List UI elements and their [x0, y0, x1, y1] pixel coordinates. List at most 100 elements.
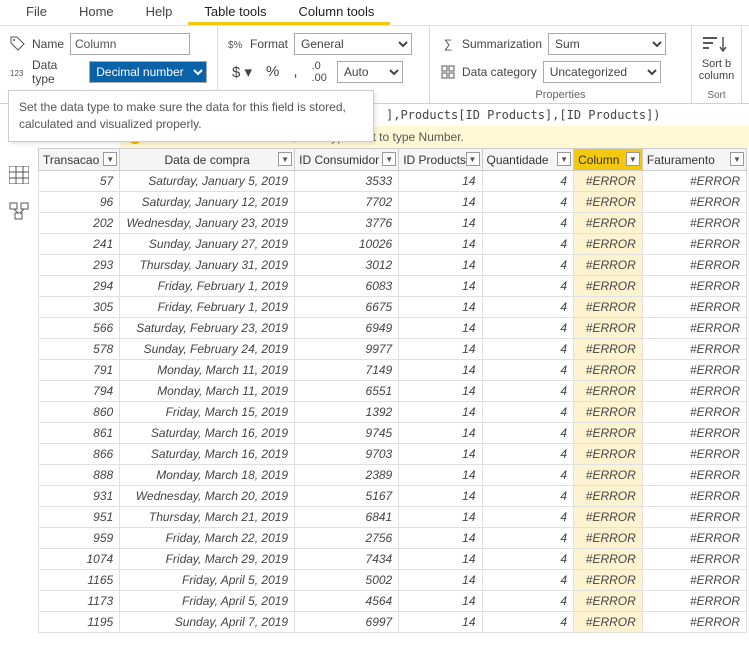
cell-faturamento[interactable]: #ERROR: [642, 255, 746, 276]
cell-data-compra[interactable]: Friday, February 1, 2019: [120, 297, 295, 318]
cell-faturamento[interactable]: #ERROR: [642, 423, 746, 444]
cell-column[interactable]: #ERROR: [574, 360, 643, 381]
cell-quantidade[interactable]: 4: [482, 360, 574, 381]
cell-transacao[interactable]: 959: [39, 528, 120, 549]
cell-transacao[interactable]: 794: [39, 381, 120, 402]
cell-data-compra[interactable]: Friday, February 1, 2019: [120, 276, 295, 297]
cell-id-consumidor[interactable]: 6675: [295, 297, 399, 318]
cell-id-consumidor[interactable]: 9703: [295, 444, 399, 465]
cell-column[interactable]: #ERROR: [574, 297, 643, 318]
cell-quantidade[interactable]: 4: [482, 171, 574, 192]
format-select[interactable]: General: [294, 33, 412, 55]
cell-id-consumidor[interactable]: 6997: [295, 612, 399, 633]
table-row[interactable]: 866Saturday, March 16, 20199703144#ERROR…: [39, 444, 747, 465]
cell-id-products[interactable]: 14: [399, 507, 482, 528]
cell-data-compra[interactable]: Wednesday, January 23, 2019: [120, 213, 295, 234]
currency-button[interactable]: $ ▾: [228, 63, 256, 81]
cell-id-consumidor[interactable]: 9977: [295, 339, 399, 360]
cell-data-compra[interactable]: Monday, March 18, 2019: [120, 465, 295, 486]
cell-transacao[interactable]: 241: [39, 234, 120, 255]
cell-column[interactable]: #ERROR: [574, 570, 643, 591]
cell-quantidade[interactable]: 4: [482, 318, 574, 339]
cell-transacao[interactable]: 866: [39, 444, 120, 465]
cell-id-consumidor[interactable]: 4564: [295, 591, 399, 612]
chevron-down-icon[interactable]: ▼: [278, 152, 292, 166]
cell-id-consumidor[interactable]: 3776: [295, 213, 399, 234]
cell-faturamento[interactable]: #ERROR: [642, 276, 746, 297]
cell-data-compra[interactable]: Sunday, April 7, 2019: [120, 612, 295, 633]
cell-data-compra[interactable]: Monday, March 11, 2019: [120, 381, 295, 402]
cell-column[interactable]: #ERROR: [574, 486, 643, 507]
decimal-button[interactable]: .0.00: [308, 60, 331, 84]
col-header-transacao[interactable]: Transacao▼: [39, 149, 120, 171]
cell-transacao[interactable]: 1195: [39, 612, 120, 633]
cell-id-consumidor[interactable]: 7702: [295, 192, 399, 213]
cell-id-products[interactable]: 14: [399, 423, 482, 444]
chevron-down-icon[interactable]: ▼: [103, 152, 117, 166]
cell-transacao[interactable]: 860: [39, 402, 120, 423]
cell-quantidade[interactable]: 4: [482, 444, 574, 465]
cell-transacao[interactable]: 1173: [39, 591, 120, 612]
cell-column[interactable]: #ERROR: [574, 213, 643, 234]
cell-transacao[interactable]: 951: [39, 507, 120, 528]
cell-transacao[interactable]: 305: [39, 297, 120, 318]
cell-id-products[interactable]: 14: [399, 192, 482, 213]
cell-quantidade[interactable]: 4: [482, 591, 574, 612]
cell-quantidade[interactable]: 4: [482, 381, 574, 402]
data-view-icon[interactable]: [9, 166, 29, 184]
cell-faturamento[interactable]: #ERROR: [642, 171, 746, 192]
cell-quantidade[interactable]: 4: [482, 339, 574, 360]
cell-id-products[interactable]: 14: [399, 549, 482, 570]
cell-id-products[interactable]: 14: [399, 318, 482, 339]
cell-column[interactable]: #ERROR: [574, 444, 643, 465]
cell-column[interactable]: #ERROR: [574, 255, 643, 276]
cell-column[interactable]: #ERROR: [574, 612, 643, 633]
cell-id-consumidor[interactable]: 6551: [295, 381, 399, 402]
cell-column[interactable]: #ERROR: [574, 276, 643, 297]
cell-transacao[interactable]: 294: [39, 276, 120, 297]
cell-faturamento[interactable]: #ERROR: [642, 381, 746, 402]
cell-id-consumidor[interactable]: 6083: [295, 276, 399, 297]
tab-file[interactable]: File: [10, 0, 63, 25]
model-view-icon[interactable]: [9, 202, 29, 220]
cell-id-products[interactable]: 14: [399, 171, 482, 192]
cell-data-compra[interactable]: Friday, March 15, 2019: [120, 402, 295, 423]
cell-quantidade[interactable]: 4: [482, 297, 574, 318]
table-row[interactable]: 305Friday, February 1, 20196675144#ERROR…: [39, 297, 747, 318]
cell-data-compra[interactable]: Saturday, January 5, 2019: [120, 171, 295, 192]
table-row[interactable]: 57Saturday, January 5, 20193533144#ERROR…: [39, 171, 747, 192]
table-row[interactable]: 888Monday, March 18, 20192389144#ERROR#E…: [39, 465, 747, 486]
cell-transacao[interactable]: 1074: [39, 549, 120, 570]
cell-id-products[interactable]: 14: [399, 570, 482, 591]
cell-faturamento[interactable]: #ERROR: [642, 192, 746, 213]
name-input[interactable]: [70, 33, 190, 55]
cell-id-products[interactable]: 14: [399, 234, 482, 255]
cell-faturamento[interactable]: #ERROR: [642, 360, 746, 381]
cell-id-consumidor[interactable]: 10026: [295, 234, 399, 255]
cell-id-products[interactable]: 14: [399, 528, 482, 549]
cell-column[interactable]: #ERROR: [574, 423, 643, 444]
table-row[interactable]: 1195Sunday, April 7, 20196997144#ERROR#E…: [39, 612, 747, 633]
cell-transacao[interactable]: 931: [39, 486, 120, 507]
cell-column[interactable]: #ERROR: [574, 549, 643, 570]
col-header-id-consumidor[interactable]: ID Consumidor▼: [295, 149, 399, 171]
chevron-down-icon[interactable]: ▼: [382, 152, 396, 166]
cell-column[interactable]: #ERROR: [574, 507, 643, 528]
cell-id-consumidor[interactable]: 3012: [295, 255, 399, 276]
cell-data-compra[interactable]: Friday, April 5, 2019: [120, 570, 295, 591]
cell-transacao[interactable]: 566: [39, 318, 120, 339]
cell-transacao[interactable]: 1165: [39, 570, 120, 591]
cell-transacao[interactable]: 861: [39, 423, 120, 444]
cell-id-consumidor[interactable]: 1392: [295, 402, 399, 423]
cell-column[interactable]: #ERROR: [574, 318, 643, 339]
cell-id-consumidor[interactable]: 3533: [295, 171, 399, 192]
cell-id-products[interactable]: 14: [399, 297, 482, 318]
table-row[interactable]: 294Friday, February 1, 20196083144#ERROR…: [39, 276, 747, 297]
cell-quantidade[interactable]: 4: [482, 570, 574, 591]
table-row[interactable]: 959Friday, March 22, 20192756144#ERROR#E…: [39, 528, 747, 549]
cell-id-consumidor[interactable]: 7434: [295, 549, 399, 570]
decimals-select[interactable]: Auto: [337, 61, 403, 83]
cell-column[interactable]: #ERROR: [574, 234, 643, 255]
cell-data-compra[interactable]: Friday, March 29, 2019: [120, 549, 295, 570]
sort-by-column-button[interactable]: Sort b column: [691, 30, 742, 86]
